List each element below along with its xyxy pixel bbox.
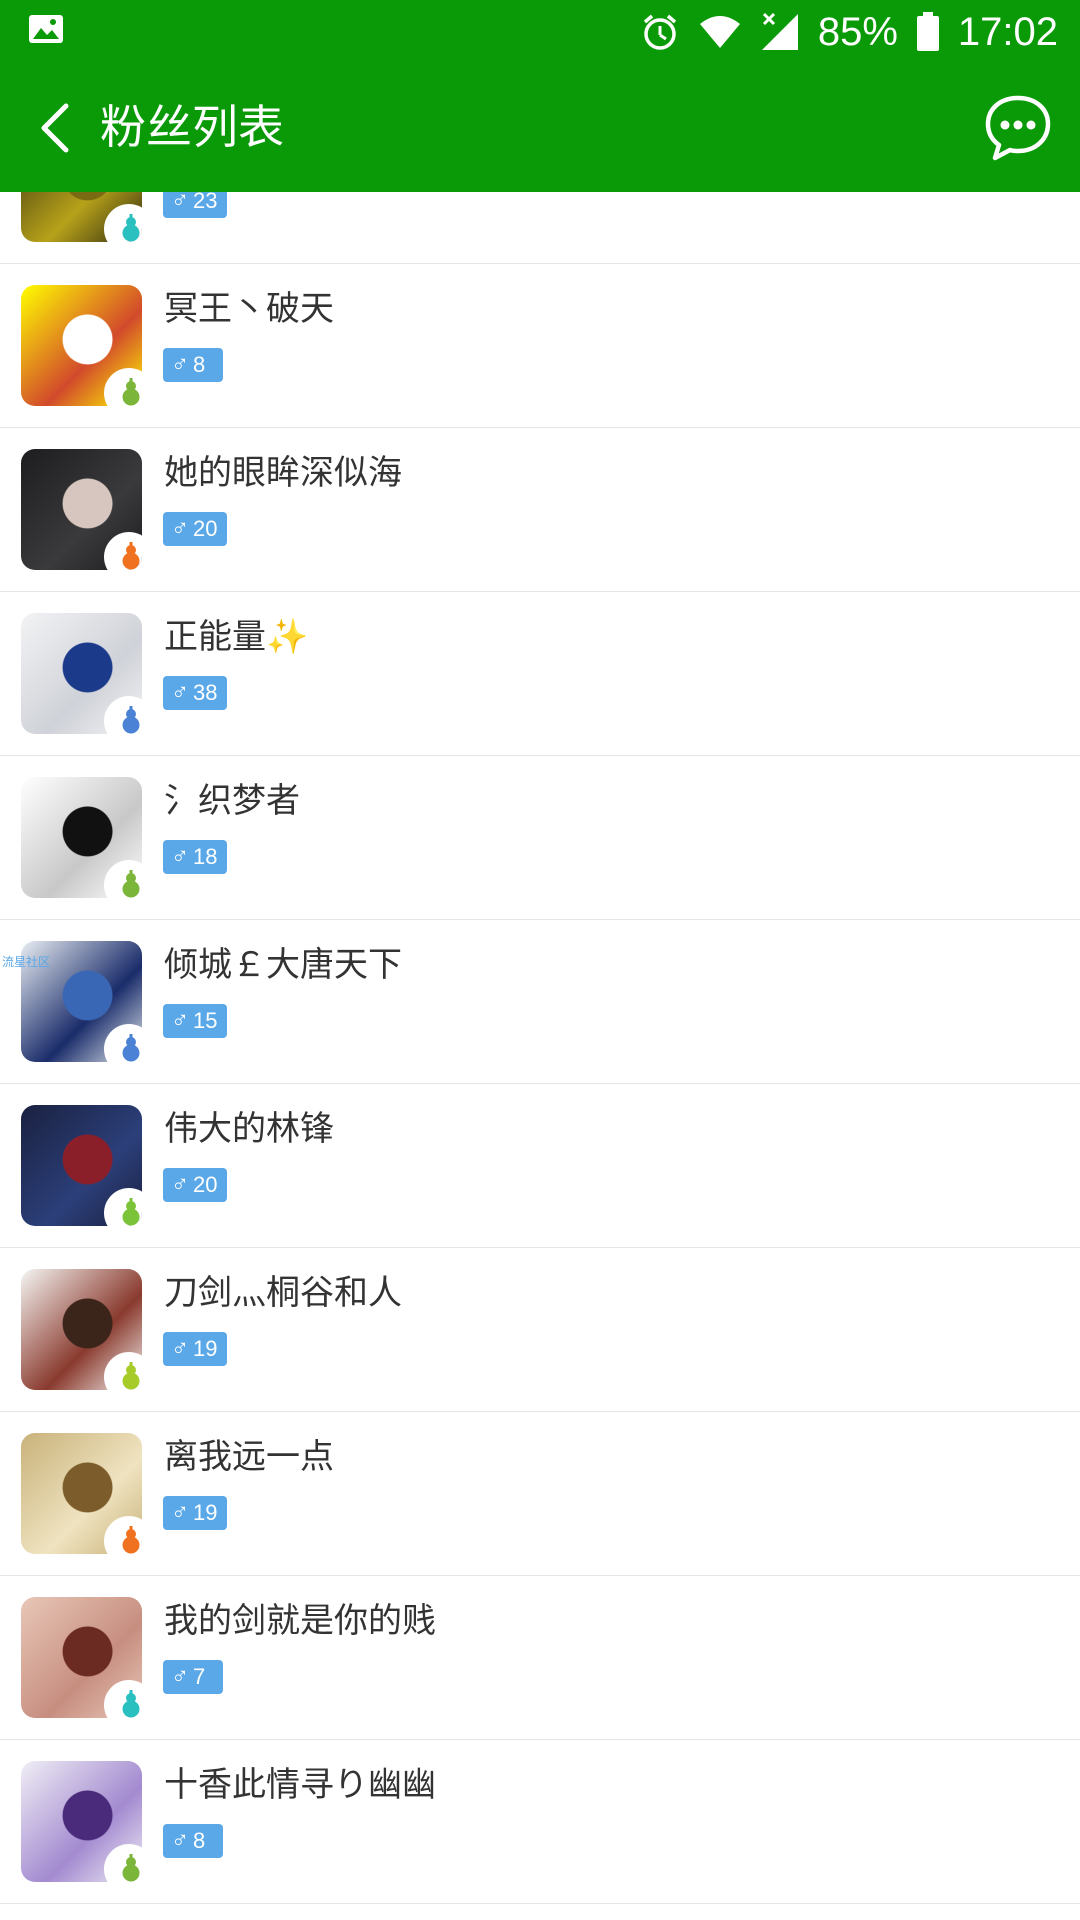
male-icon: ♂ bbox=[171, 1171, 189, 1198]
level-value: 7 bbox=[193, 1664, 206, 1689]
chevron-left-icon[interactable] bbox=[36, 102, 76, 154]
male-icon: ♂ bbox=[171, 351, 189, 378]
fan-list-item[interactable]: 冥王丶破天 ♂ 8 bbox=[0, 264, 1080, 428]
fan-list-item[interactable]: 我的剑就是你的贱 ♂ 7 bbox=[0, 1576, 1080, 1740]
male-icon: ♂ bbox=[171, 1335, 189, 1362]
gourd-level-icon bbox=[122, 870, 140, 898]
fan-name: 氵织梦者 bbox=[164, 781, 300, 821]
level-value: 15 bbox=[193, 1008, 218, 1033]
gender-level-badge: ♂ 7 bbox=[163, 1660, 223, 1694]
male-icon: ♂ bbox=[171, 1007, 189, 1034]
gender-level-badge: ♂ 19 bbox=[163, 1496, 228, 1530]
gender-level-badge: ♂ 19 bbox=[163, 1332, 228, 1366]
level-value: 20 bbox=[193, 1172, 218, 1197]
wifi-icon bbox=[699, 16, 740, 48]
gourd-level-icon bbox=[122, 1690, 140, 1718]
gourd-level-icon bbox=[122, 1526, 140, 1554]
gourd-level-icon bbox=[122, 542, 140, 570]
level-value: 8 bbox=[193, 352, 206, 377]
fan-list-item[interactable]: 正能量✨ ♂ 38 bbox=[0, 592, 1080, 756]
battery-percent: 85% bbox=[817, 9, 898, 54]
battery-icon bbox=[916, 12, 939, 51]
level-value: 20 bbox=[193, 516, 218, 541]
gender-level-badge: ♂ 8 bbox=[163, 1824, 223, 1858]
fan-name: 冥王丶破天 bbox=[164, 289, 334, 329]
male-icon: ♂ bbox=[171, 1663, 189, 1690]
app-bar: 粉丝列表 bbox=[0, 64, 1080, 192]
fan-list-item[interactable]: 刀剑灬桐谷和人 ♂ 19 bbox=[0, 1248, 1080, 1412]
gourd-level-icon bbox=[122, 706, 140, 734]
clock: 17:02 bbox=[957, 9, 1058, 54]
gender-level-badge: ♂ 20 bbox=[163, 512, 228, 546]
alarm-icon bbox=[643, 14, 676, 50]
level-value: 23 bbox=[193, 192, 218, 213]
level-value: 19 bbox=[193, 1336, 218, 1361]
male-icon: ♂ bbox=[171, 1827, 189, 1854]
fan-name: 正能量✨ bbox=[164, 617, 309, 657]
status-bar: 85% 17:02 bbox=[0, 0, 1080, 64]
fan-list-item[interactable]: 十香此情寻り幽幽 ♂ 8 bbox=[0, 1740, 1080, 1904]
level-value: 18 bbox=[193, 844, 218, 869]
gender-level-badge: ♂ 38 bbox=[163, 676, 228, 710]
image-icon bbox=[29, 15, 63, 43]
fan-name: 伟大的林锋 bbox=[164, 1109, 334, 1149]
gourd-level-icon bbox=[122, 378, 140, 406]
male-icon: ♂ bbox=[171, 515, 189, 542]
cellular-icon bbox=[761, 12, 798, 50]
gourd-level-icon bbox=[122, 1034, 140, 1062]
male-icon: ♂ bbox=[171, 1499, 189, 1526]
fan-name: 刀剑灬桐谷和人 bbox=[164, 1273, 402, 1313]
fan-list-item[interactable]: 离我远一点 ♂ 19 bbox=[0, 1412, 1080, 1576]
gender-level-badge: ♂ 15 bbox=[163, 1004, 228, 1038]
gender-level-badge: ♂ 20 bbox=[163, 1168, 228, 1202]
chat-bubble-icon[interactable] bbox=[982, 92, 1054, 164]
fan-name: 倾城￡大唐天下 bbox=[164, 945, 402, 985]
gourd-level-icon bbox=[122, 1198, 140, 1226]
fan-list-item[interactable]: 她的眼眸深似海 ♂ 20 bbox=[0, 428, 1080, 592]
fan-list-item[interactable]: 倾城￡大唐天下 ♂ 15 bbox=[0, 920, 1080, 1084]
gender-level-badge: ♂ 23 bbox=[163, 192, 228, 218]
watermark-text: 流星社区 bbox=[2, 955, 51, 969]
fan-list[interactable]: ♂ 23 冥王丶破天 ♂ 8 她的眼眸深似海 ♂ 20 正能量✨ ♂ 38 氵织梦者 ♂ 18 倾城￡大唐天… bbox=[0, 192, 1080, 1920]
level-value: 8 bbox=[193, 1828, 206, 1853]
level-value: 19 bbox=[193, 1500, 218, 1525]
fan-name: 她的眼眸深似海 bbox=[164, 453, 402, 493]
male-icon: ♂ bbox=[171, 679, 189, 706]
page-title: 粉丝列表 bbox=[100, 100, 284, 154]
gourd-level-icon bbox=[122, 214, 140, 242]
fan-name: 我的剑就是你的贱 bbox=[164, 1601, 436, 1641]
gourd-level-icon bbox=[122, 1362, 140, 1390]
gender-level-badge: ♂ 8 bbox=[163, 348, 223, 382]
fan-list-item[interactable]: 氵织梦者 ♂ 18 bbox=[0, 756, 1080, 920]
fan-list-item[interactable]: ♂ 23 bbox=[0, 192, 1080, 264]
fan-list-item[interactable]: 伟大的林锋 ♂ 20 bbox=[0, 1084, 1080, 1248]
male-icon: ♂ bbox=[171, 192, 189, 214]
fan-name: 十香此情寻り幽幽 bbox=[164, 1765, 436, 1805]
gender-level-badge: ♂ 18 bbox=[163, 840, 228, 874]
fan-name: 离我远一点 bbox=[164, 1437, 334, 1477]
gourd-level-icon bbox=[122, 1854, 140, 1882]
level-value: 38 bbox=[193, 680, 218, 705]
male-icon: ♂ bbox=[171, 843, 189, 870]
